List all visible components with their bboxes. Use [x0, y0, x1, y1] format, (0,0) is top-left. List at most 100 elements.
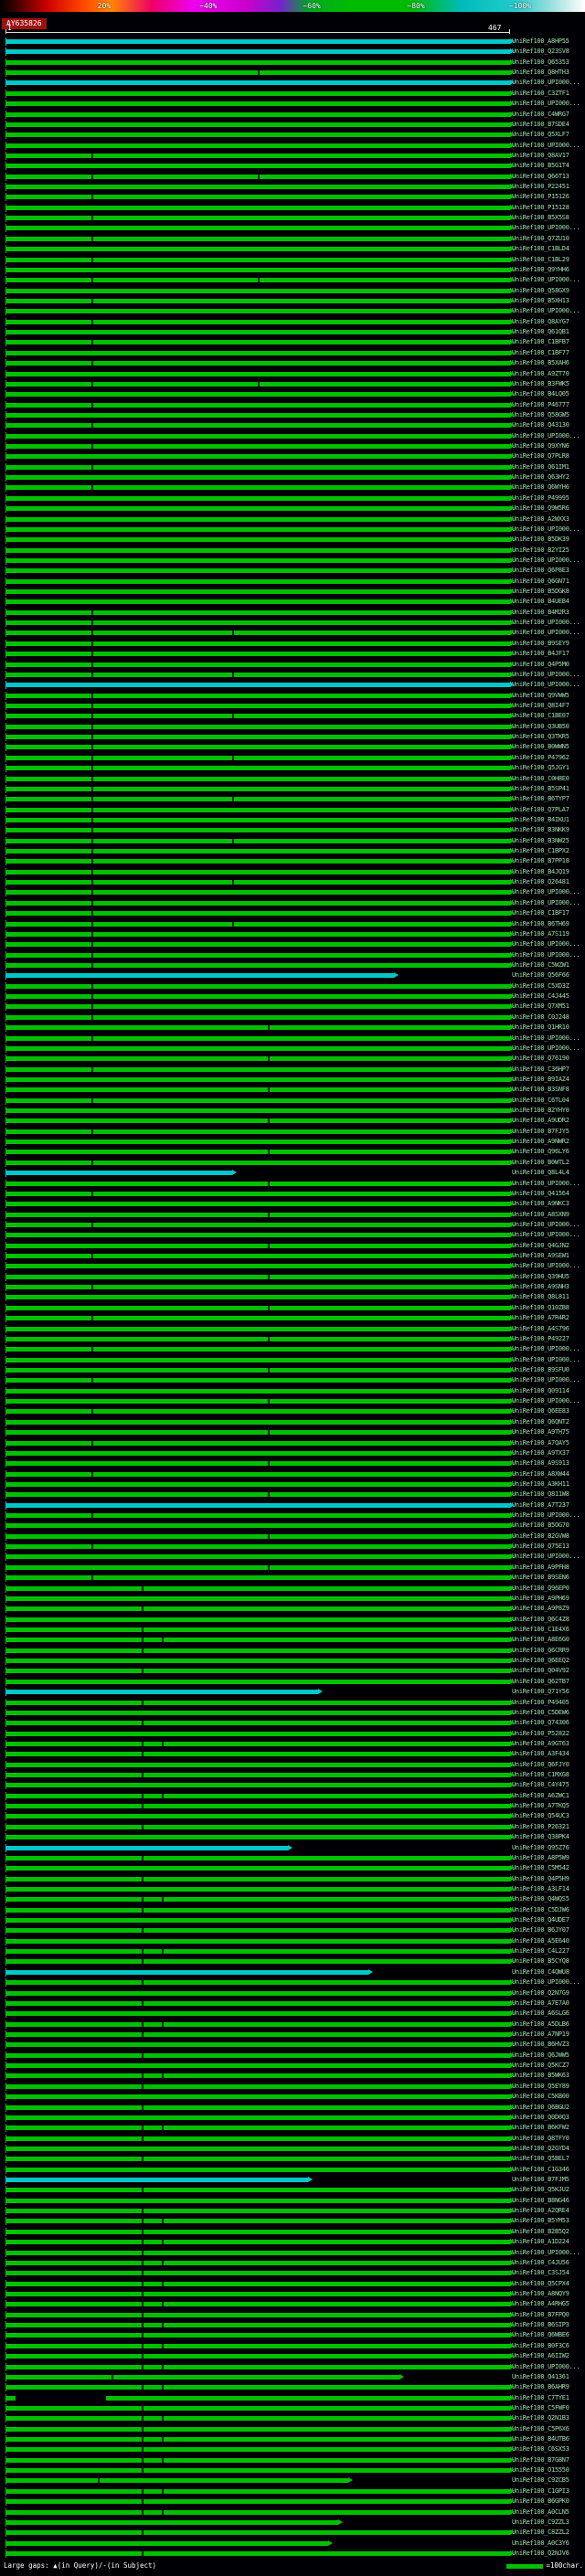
hit-label[interactable]: UniRef100_UPI000...	[512, 680, 585, 690]
hit-bar[interactable]	[5, 2507, 515, 2517]
hit-bar[interactable]	[5, 69, 515, 78]
hit-bar[interactable]	[5, 1334, 515, 1343]
hit-label[interactable]: UniRef100_P15126	[512, 192, 585, 202]
hit-bar[interactable]	[5, 1189, 515, 1198]
hit-label[interactable]: UniRef100_A9P8Z9	[512, 1604, 585, 1614]
hit-bar[interactable]	[5, 857, 515, 866]
hit-bar[interactable]	[5, 442, 515, 451]
hit-label[interactable]: UniRef100_P49995	[512, 493, 585, 504]
hit-bar[interactable]	[5, 733, 515, 742]
hit-bar[interactable]	[5, 317, 515, 326]
hit-bar[interactable]	[5, 379, 515, 388]
hit-bar[interactable]	[5, 1905, 515, 1914]
hit-label[interactable]: UniRef100_Q9W5R6	[512, 504, 585, 514]
hit-bar[interactable]	[5, 1148, 515, 1157]
hit-label[interactable]: UniRef100_C1E4X6	[512, 1625, 585, 1635]
hit-label[interactable]: UniRef100_B6AHR9	[512, 2382, 585, 2392]
hit-label[interactable]: UniRef100_Q63HY2	[512, 472, 585, 482]
hit-bar[interactable]	[5, 1086, 515, 1095]
hit-label[interactable]: UniRef100_Q2GYD4	[512, 2144, 585, 2154]
hit-bar[interactable]	[5, 1044, 515, 1053]
hit-bar[interactable]	[5, 847, 515, 856]
hit-label[interactable]: UniRef100_C36HP7	[512, 1065, 585, 1075]
hit-bar[interactable]	[5, 650, 515, 659]
hit-label[interactable]: UniRef100_B0WTL2	[512, 1158, 585, 1168]
hit-bar[interactable]	[5, 1967, 374, 1977]
hit-bar[interactable]	[5, 2372, 404, 2381]
hit-bar[interactable]	[5, 1895, 515, 1904]
hit-label[interactable]: UniRef100_Q04V92	[512, 1666, 585, 1676]
hit-label[interactable]: UniRef100_B5G1T4	[512, 161, 585, 171]
hit-label[interactable]: UniRef100_Q8TFY0	[512, 2134, 585, 2144]
hit-bar[interactable]	[5, 483, 515, 493]
hit-bar[interactable]	[5, 2497, 515, 2507]
hit-label[interactable]: UniRef100_Q65353	[512, 58, 585, 68]
hit-bar[interactable]	[5, 608, 515, 617]
hit-bar[interactable]	[5, 1884, 515, 1893]
hit-bar[interactable]	[5, 58, 515, 67]
hit-bar[interactable]	[5, 1252, 515, 1261]
hit-bar[interactable]	[5, 2093, 515, 2102]
hit-label[interactable]: UniRef100_Q5BEL7	[512, 2154, 585, 2164]
hit-label[interactable]: UniRef100_Q3UB50	[512, 722, 585, 732]
hit-bar[interactable]	[5, 2207, 515, 2216]
hit-label[interactable]: UniRef100_B6TH69	[512, 919, 585, 929]
hit-bar[interactable]	[5, 1584, 515, 1593]
hit-bar[interactable]	[5, 89, 515, 98]
hit-label[interactable]: UniRef100_B5WK63	[512, 2071, 585, 2081]
hit-bar[interactable]	[5, 1490, 515, 1500]
hit-bar[interactable]	[5, 950, 515, 959]
hit-bar[interactable]	[5, 369, 515, 378]
hit-label[interactable]: UniRef100_Q61QB1	[512, 327, 585, 337]
hit-bar[interactable]	[5, 1936, 515, 1945]
hit-label[interactable]: UniRef100_A9SEW1	[512, 1251, 585, 1261]
hit-bar[interactable]	[5, 919, 515, 928]
hit-label[interactable]: UniRef100_C1G346	[512, 2165, 585, 2175]
hit-label[interactable]: UniRef100_Q3TKR5	[512, 732, 585, 742]
hit-bar[interactable]	[5, 1428, 515, 1437]
hit-bar[interactable]	[5, 2455, 515, 2465]
hit-label[interactable]: UniRef100_Q41564	[512, 1189, 585, 1199]
hit-label[interactable]: UniRef100_Q2NJV6	[512, 2549, 585, 2559]
hit-bar[interactable]	[5, 1636, 515, 1645]
hit-label[interactable]: UniRef100_P47962	[512, 753, 585, 763]
hit-bar[interactable]	[5, 1657, 515, 1666]
hit-bar[interactable]	[5, 1324, 515, 1333]
hit-bar[interactable]	[5, 1812, 515, 1821]
hit-label[interactable]: UniRef100_UPI000...	[512, 275, 585, 285]
hit-label[interactable]: UniRef100_Q6FJY0	[512, 1760, 585, 1770]
hit-bar[interactable]	[5, 1553, 515, 1562]
hit-label[interactable]: UniRef100_C5DJW6	[512, 1905, 585, 1915]
hit-label[interactable]: UniRef100_Q7XM51	[512, 1002, 585, 1012]
hit-bar[interactable]	[5, 753, 515, 762]
hit-label[interactable]: UniRef100_Q2N7G9	[512, 1988, 585, 1998]
hit-bar[interactable]	[5, 1117, 515, 1126]
hit-bar[interactable]	[5, 784, 515, 793]
hit-label[interactable]: UniRef100_Q5JGY1	[512, 763, 585, 773]
hit-bar[interactable]	[5, 1055, 515, 1064]
hit-label[interactable]: UniRef100_B2YI25	[512, 546, 585, 556]
hit-label[interactable]: UniRef100_C1BE07	[512, 711, 585, 721]
hit-bar[interactable]	[5, 2072, 515, 2081]
hit-bar[interactable]	[5, 1200, 515, 1209]
hit-bar[interactable]	[5, 681, 515, 690]
hit-label[interactable]: UniRef100_B5CYQ8	[512, 1956, 585, 1966]
hit-bar[interactable]	[5, 1075, 515, 1084]
hit-bar[interactable]	[5, 1739, 515, 1748]
hit-bar[interactable]	[5, 1169, 238, 1178]
hit-label[interactable]: UniRef100_A9S913	[512, 1458, 585, 1468]
hit-label[interactable]: UniRef100_UPI000...	[512, 939, 585, 949]
hit-label[interactable]: UniRef100_Q66T13	[512, 172, 585, 182]
hit-bar[interactable]	[5, 2321, 515, 2330]
hit-bar[interactable]	[5, 493, 515, 503]
hit-bar[interactable]	[5, 535, 515, 545]
hit-label[interactable]: UniRef100_Q5CPX4	[512, 2279, 585, 2289]
hit-bar[interactable]	[5, 296, 515, 305]
hit-bar[interactable]	[5, 110, 515, 119]
hit-bar[interactable]	[5, 452, 515, 461]
hit-label[interactable]: UniRef100_Q38PK4	[512, 1832, 585, 1842]
hit-bar[interactable]	[5, 2352, 515, 2361]
hit-label[interactable]: UniRef100_P49227	[512, 1334, 585, 1344]
hit-label[interactable]: UniRef100_B0WWN5	[512, 742, 585, 752]
hit-label[interactable]: UniRef100_B3NW25	[512, 836, 585, 846]
